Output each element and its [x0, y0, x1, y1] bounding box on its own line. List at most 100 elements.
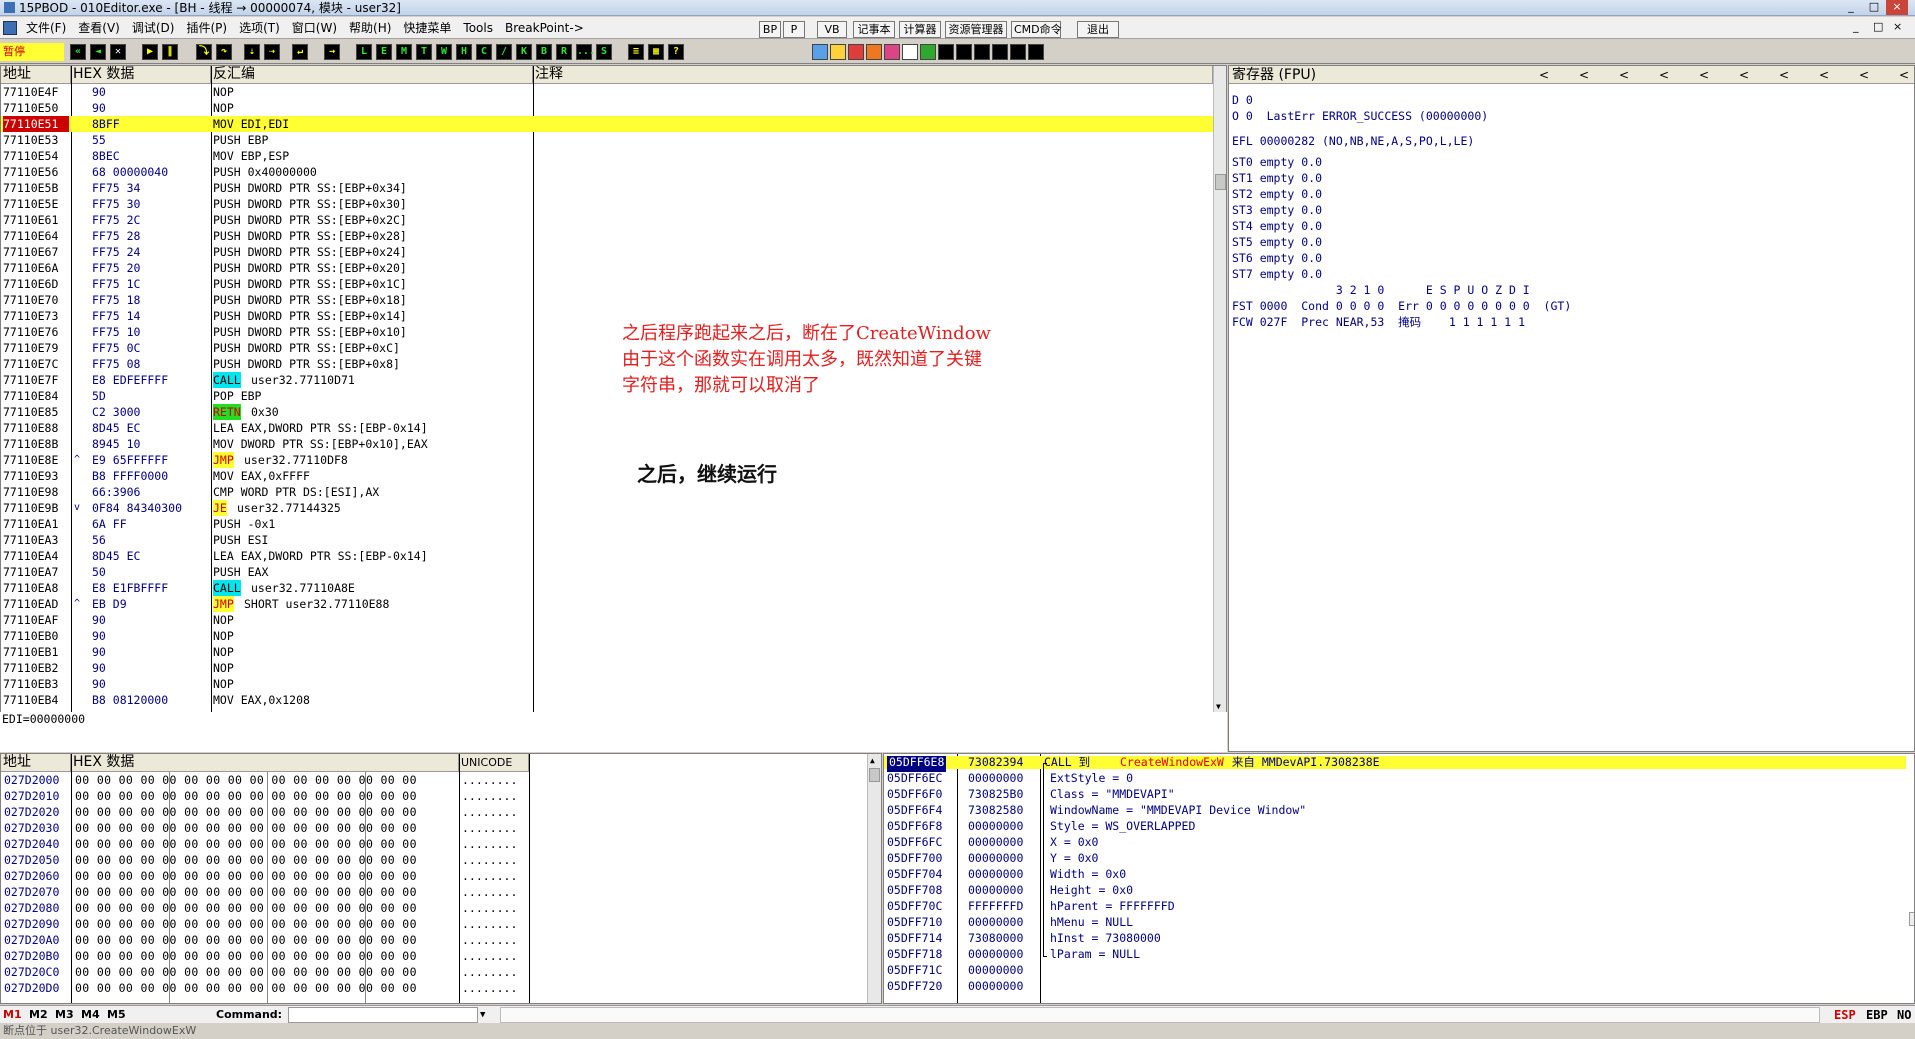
dump-address[interactable]: 027D2030 [4, 822, 59, 838]
plugin-f-icon[interactable] [902, 44, 918, 60]
stack-scroll-thumb[interactable] [1909, 912, 1914, 926]
disasm-row[interactable]: 77110EA3 56 PUSH ESI [1, 532, 1213, 548]
register-line[interactable]: FCW 027F Prec NEAR,53 掩码 1 1 1 1 1 1 [1232, 316, 1525, 329]
register-nav-arrow[interactable]: < [1539, 68, 1549, 82]
menu-item[interactable]: 查看(V) [72, 17, 126, 39]
disasm-row[interactable]: 77110E53 55 PUSH EBP [1, 132, 1213, 148]
plugin-j-icon[interactable] [974, 44, 990, 60]
open-icon[interactable]: « [70, 44, 86, 60]
app-menu-icon[interactable] [3, 21, 17, 35]
stack-row[interactable]: 05DFF704 00000000 Width = 0x0 [884, 868, 1906, 881]
disasm-address[interactable]: 77110E50 [3, 100, 69, 116]
disasm-address[interactable]: 77110E61 [3, 212, 69, 228]
view-button[interactable]: C [476, 44, 492, 60]
disasm-row[interactable]: 77110E7F E8 EDFEFFFF CALL user32.77110D71 [1, 372, 1213, 388]
view-button[interactable]: B [536, 44, 552, 60]
register-line[interactable]: D 0 [1232, 94, 1253, 107]
view-button[interactable]: W [436, 44, 452, 60]
dump-row[interactable]: 027D2010 00 00 00 00 00 00 00 00 00 00 00… [1, 790, 867, 803]
disasm-address[interactable]: 77110EAD [3, 596, 69, 612]
disasm-header-address[interactable]: 地址 [1, 66, 71, 84]
dump-row[interactable]: 027D20D0 00 00 00 00 00 00 00 00 00 00 00… [1, 982, 867, 995]
registers-header[interactable]: 寄存器 (FPU) [1232, 66, 1316, 84]
disasm-row[interactable]: 77110E51 8BFF MOV EDI,EDI [1, 116, 1213, 132]
disasm-header-comment[interactable]: 注释 [533, 66, 1213, 84]
disasm-row[interactable]: 77110E8B 8945 10 MOV DWORD PTR SS:[EBP+0x1… [1, 436, 1213, 452]
disasm-address[interactable]: 77110E79 [3, 340, 69, 356]
register-line[interactable]: ST0 empty 0.0 [1232, 156, 1322, 169]
dump-address[interactable]: 027D2070 [4, 886, 59, 902]
dump-address[interactable]: 027D2090 [4, 918, 59, 934]
stack-address[interactable]: 05DFF6FC [887, 836, 942, 852]
stack-row[interactable]: 05DFF71C 00000000 [884, 964, 1906, 977]
plugin-a-icon[interactable] [812, 44, 828, 60]
dump-address[interactable]: 027D2040 [4, 838, 59, 854]
disasm-row[interactable]: 77110E98 66:3906 CMP WORD PTR DS:[ESI],AX [1, 484, 1213, 500]
menu-item[interactable]: Tools [457, 17, 499, 39]
register-line[interactable]: ST1 empty 0.0 [1232, 172, 1322, 185]
disasm-address[interactable]: 77110E51 [3, 116, 69, 132]
menu-button[interactable]: 退出 [1077, 21, 1119, 38]
restart-icon[interactable]: ◄ [90, 44, 106, 60]
stack-address[interactable]: 05DFF704 [887, 868, 942, 884]
disasm-address[interactable]: 77110E84 [3, 388, 69, 404]
disasm-row[interactable]: 77110E6A FF75 20 PUSH DWORD PTR SS:[EBP+0x… [1, 260, 1213, 276]
dump-row[interactable]: 027D2050 00 00 00 00 00 00 00 00 00 00 00… [1, 854, 867, 867]
disasm-row[interactable]: 77110EB4 B8 08120000 MOV EAX,0x1208 [1, 692, 1213, 708]
register-line[interactable]: ST3 empty 0.0 [1232, 204, 1322, 217]
inner-restore-button[interactable]: □ [1873, 20, 1883, 33]
dump-scroll-thumb[interactable] [869, 768, 880, 782]
disasm-row[interactable]: 77110EB1 90 NOP [1, 644, 1213, 660]
plugin-e-icon[interactable] [884, 44, 900, 60]
plugin-c-icon[interactable] [848, 44, 864, 60]
disasm-address[interactable]: 77110E8B [3, 436, 69, 452]
plugin-k-icon[interactable] [992, 44, 1008, 60]
disasm-address[interactable]: 77110EA3 [3, 532, 69, 548]
trace-over-icon[interactable]: ⇢ [264, 44, 280, 60]
scroll-down-icon[interactable]: ▼ [1216, 702, 1221, 711]
disasm-address[interactable]: 77110E54 [3, 148, 69, 164]
trace-into-icon[interactable]: ⇣ [244, 44, 260, 60]
stack-address[interactable]: 05DFF6F8 [887, 820, 942, 836]
disasm-address[interactable]: 77110E76 [3, 324, 69, 340]
register-line[interactable]: FST 0000 Cond 0 0 0 0 Err 0 0 0 0 0 0 0 … [1232, 300, 1571, 313]
disasm-row[interactable]: 77110E67 FF75 24 PUSH DWORD PTR SS:[EBP+0x… [1, 244, 1213, 260]
disasm-address[interactable]: 77110E98 [3, 484, 69, 500]
disasm-row[interactable]: 77110E79 FF75 0C PUSH DWORD PTR SS:[EBP+0x… [1, 340, 1213, 356]
dump-row[interactable]: 027D2030 00 00 00 00 00 00 00 00 00 00 00… [1, 822, 867, 835]
dump-row[interactable]: 027D2060 00 00 00 00 00 00 00 00 00 00 00… [1, 870, 867, 883]
dump-row[interactable]: 027D20B0 00 00 00 00 00 00 00 00 00 00 00… [1, 950, 867, 963]
menu-item[interactable]: 快捷菜单 [397, 17, 457, 39]
stack-pane[interactable]: 05DFF6E8 73082394 CALL 到 CreateWindowExW 来… [883, 753, 1915, 1004]
disasm-row[interactable]: 77110E76 FF75 10 PUSH DWORD PTR SS:[EBP+0x… [1, 324, 1213, 340]
menu-item[interactable]: 调试(D) [126, 17, 181, 39]
dump-address[interactable]: 027D2020 [4, 806, 59, 822]
disasm-row[interactable]: 77110E5E FF75 30 PUSH DWORD PTR SS:[EBP+0x… [1, 196, 1213, 212]
disasm-address[interactable]: 77110E85 [3, 404, 69, 420]
register-nav-arrow[interactable]: < [1579, 68, 1589, 82]
menu-item[interactable]: 插件(P) [180, 17, 233, 39]
disasm-scrollbar[interactable]: ▼ [1213, 66, 1226, 714]
stack-row[interactable]: 05DFF6F8 00000000 Style = WS_OVERLAPPED [884, 820, 1906, 833]
disasm-row[interactable]: 77110EA1 6A FF PUSH -0x1 [1, 516, 1213, 532]
plugin-g-icon[interactable] [920, 44, 936, 60]
disasm-row[interactable]: 77110EB2 90 NOP [1, 660, 1213, 676]
dump-header-unicode[interactable]: UNICODE [459, 754, 529, 772]
esp-reg-label[interactable]: ESP [1834, 1006, 1856, 1024]
minimize-button[interactable]: _ [1840, 0, 1862, 15]
disasm-address[interactable]: 77110EA8 [3, 580, 69, 596]
command-tab[interactable]: M4 [81, 1006, 100, 1024]
disasm-address[interactable]: 77110E56 [3, 164, 69, 180]
dump-row[interactable]: 027D20A0 00 00 00 00 00 00 00 00 00 00 00… [1, 934, 867, 947]
stack-address[interactable]: 05DFF6F0 [887, 788, 942, 804]
disasm-row[interactable]: 77110E64 FF75 28 PUSH DWORD PTR SS:[EBP+0x… [1, 228, 1213, 244]
dump-address[interactable]: 027D2080 [4, 902, 59, 918]
disasm-address[interactable]: 77110E73 [3, 308, 69, 324]
ebp-reg-label[interactable]: EBP [1866, 1006, 1888, 1024]
disasm-row[interactable]: 77110EA8 E8 E1FBFFFF CALL user32.77110A8E [1, 580, 1213, 596]
disasm-row[interactable]: 77110EAF 90 NOP [1, 612, 1213, 628]
stack-row[interactable]: 05DFF710 00000000 hMenu = NULL [884, 916, 1906, 929]
maximize-button[interactable]: □ [1863, 0, 1885, 15]
disasm-row[interactable]: 77110E73 FF75 14 PUSH DWORD PTR SS:[EBP+0x… [1, 308, 1213, 324]
disasm-row[interactable]: 77110E93 B8 FFFF0000 MOV EAX,0xFFFF [1, 468, 1213, 484]
